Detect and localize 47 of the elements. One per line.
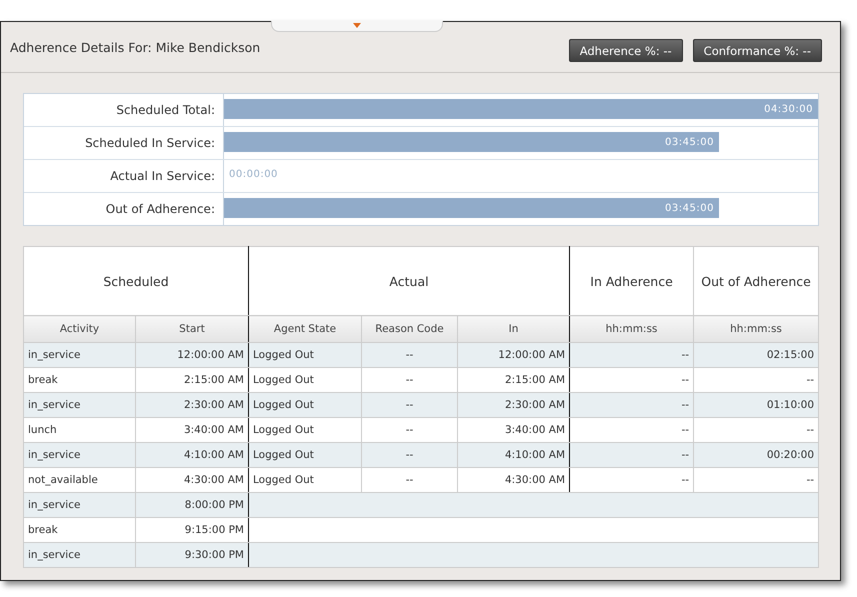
table-cell: -- — [570, 392, 694, 418]
column-header[interactable]: Reason Code — [362, 316, 458, 342]
column-header[interactable]: hh:mm:ss — [570, 316, 694, 342]
table-cell: 01:10:00 — [694, 392, 819, 418]
table-cell: -- — [362, 392, 458, 418]
table-cell: 12:00:00 AM — [458, 342, 570, 368]
duration-value: 03:45:00 — [665, 202, 715, 214]
table-cell: in_service — [24, 442, 136, 468]
table-cell: 9:30:00 PM — [136, 542, 248, 568]
table-cell: 12:00:00 AM — [136, 342, 248, 368]
table-cell: 00:20:00 — [694, 442, 819, 468]
page-title: Adherence Details For: Mike Bendickson — [10, 40, 260, 55]
table-cell: Logged Out — [248, 342, 362, 368]
table-cell: in_service — [24, 492, 136, 518]
table-cell: 2:30:00 AM — [458, 392, 570, 418]
table-cell: 02:15:00 — [694, 342, 819, 368]
duration-value: 04:30:00 — [764, 104, 814, 114]
column-header[interactable]: Activity — [24, 316, 136, 342]
column-header[interactable]: Start — [136, 316, 248, 342]
summary-label: Out of Adherence: — [104, 201, 216, 218]
summary-label: Scheduled In Service: — [84, 135, 216, 152]
column-header[interactable]: Agent State — [248, 316, 362, 342]
group-header: Actual — [248, 246, 570, 316]
table-cell: 8:00:00 PM — [136, 492, 248, 518]
table-cell: Logged Out — [248, 392, 362, 418]
metric-button[interactable]: Conformance %: -- — [692, 39, 822, 62]
table-cell: in_service — [24, 392, 136, 418]
group-header: Scheduled — [24, 246, 248, 316]
summary-label: Actual In Service: — [109, 168, 216, 185]
table-cell: in_service — [24, 542, 136, 568]
summary-label: Scheduled Total: — [115, 102, 216, 119]
collapse-handle[interactable] — [271, 21, 443, 32]
table-cell: 4:10:00 AM — [458, 442, 570, 468]
duration-value: 03:45:00 — [665, 136, 715, 148]
caret-icon — [353, 23, 361, 28]
column-header[interactable]: hh:mm:ss — [694, 316, 819, 342]
table-cell: -- — [570, 342, 694, 368]
table-cell: -- — [362, 442, 458, 468]
table-cell: -- — [362, 342, 458, 368]
table-cell: Logged Out — [248, 442, 362, 468]
table-cell: 2:30:00 AM — [136, 392, 248, 418]
table-cell: in_service — [24, 342, 136, 368]
table-cell: 4:10:00 AM — [136, 442, 248, 468]
column-header[interactable]: In — [458, 316, 570, 342]
table-cell: -- — [570, 442, 694, 468]
metric-button[interactable]: Adherence %: -- — [568, 39, 683, 62]
duration-value: 00:00:00 — [229, 168, 278, 182]
